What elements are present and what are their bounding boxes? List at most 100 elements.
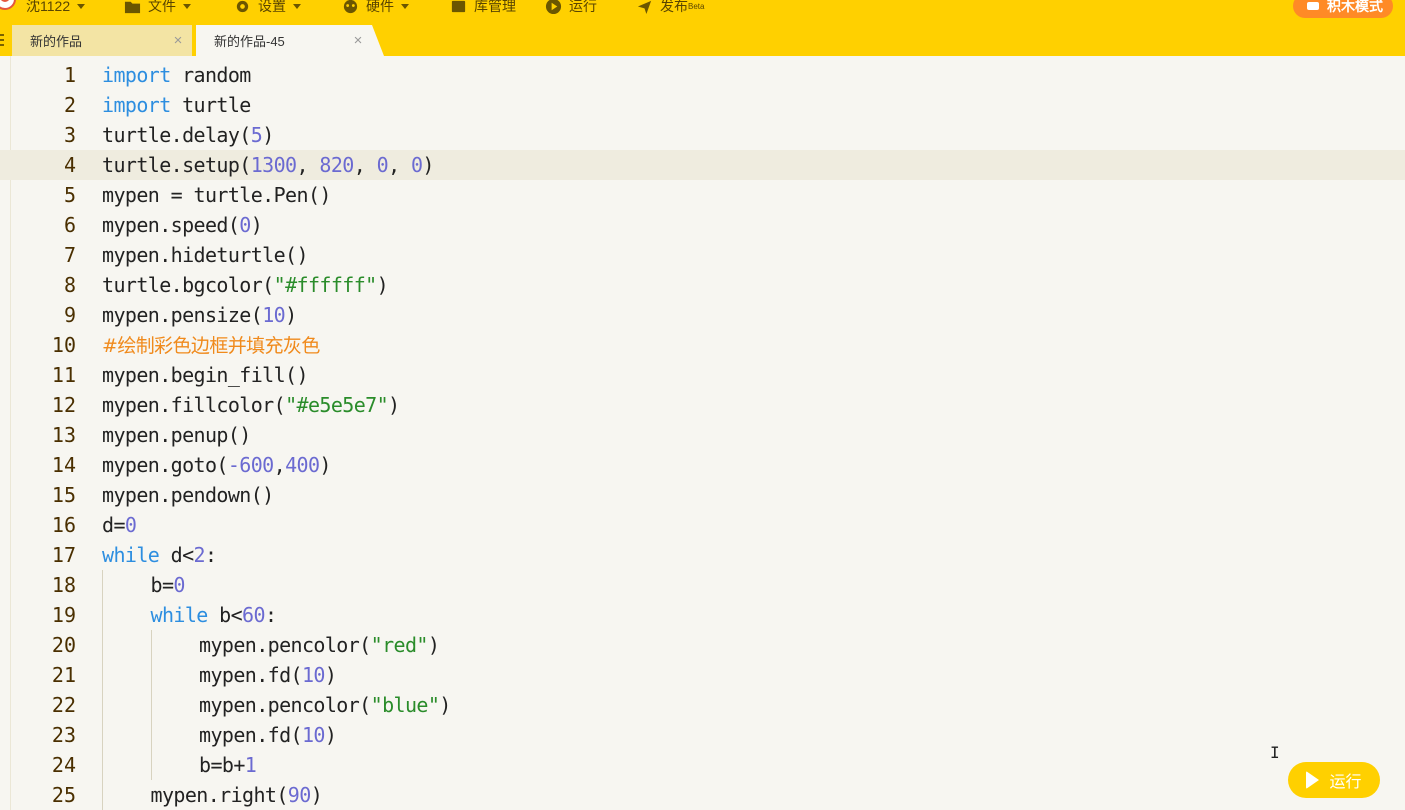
line-number: 14: [51, 453, 76, 477]
run-button-label: 运行: [1329, 774, 1362, 791]
code-text: turtle.setup(1300, 820, 0, 0): [102, 150, 434, 180]
code-token: mypen.penup(): [102, 423, 251, 447]
avatar: [0, 0, 16, 10]
line-number: 2: [63, 93, 76, 117]
close-icon[interactable]: ×: [172, 33, 184, 48]
run-icon: [545, 0, 562, 14]
code-token: mypen.fd(: [199, 723, 303, 747]
code-line[interactable]: 9 mypen.pensize(10): [0, 300, 1405, 330]
code-line[interactable]: 10 #绘制彩色边框并填充灰色: [0, 330, 1405, 360]
code-text: turtle.delay(5): [102, 120, 274, 150]
line-number: 23: [51, 723, 76, 747]
code-line[interactable]: 12 mypen.fillcolor("#e5e5e7"): [0, 390, 1405, 420]
code-text: mypen.speed(0): [102, 210, 263, 240]
code-token: -600: [227, 453, 274, 477]
code-line[interactable]: 2 import turtle: [0, 90, 1405, 120]
code-line[interactable]: 15 mypen.pendown(): [0, 480, 1405, 510]
code-token: ): [250, 213, 263, 237]
close-icon[interactable]: ×: [352, 33, 364, 48]
code-text: mypen.goto(-600,400): [102, 450, 331, 480]
code-line[interactable]: 18 b=0: [0, 570, 1405, 600]
gear-icon: [236, 0, 249, 12]
code-text: import random: [102, 60, 251, 90]
code-text: mypen = turtle.Pen(): [102, 180, 331, 210]
code-token: 400: [285, 453, 320, 477]
code-line[interactable]: 16 d=0: [0, 510, 1405, 540]
code-token: :: [205, 543, 217, 567]
code-text: while b<60:: [151, 600, 278, 630]
code-line[interactable]: 17 while d<2:: [0, 540, 1405, 570]
code-token: mypen.fillcolor(: [102, 393, 286, 417]
code-token: ): [439, 693, 451, 717]
code-token: 0: [173, 573, 185, 597]
user-menu[interactable]: 沈1122: [0, 0, 86, 18]
code-text: #绘制彩色边框并填充灰色: [102, 330, 320, 361]
line-number: 15: [51, 483, 76, 507]
line-number: 13: [51, 423, 76, 447]
publish-menu[interactable]: 发布 Beta: [636, 0, 704, 18]
code-line[interactable]: 21 mypen.fd(10): [0, 660, 1405, 690]
code-text: import turtle: [102, 90, 251, 120]
code-token: 0: [376, 153, 389, 177]
code-line[interactable]: 23 mypen.fd(10): [0, 720, 1405, 750]
code-line[interactable]: 20 mypen.pencolor("red"): [0, 630, 1405, 660]
code-token: 5: [250, 123, 263, 147]
code-token: mypen.pencolor(: [199, 693, 371, 717]
code-line[interactable]: 19 while b<60:: [0, 600, 1405, 630]
code-text: mypen.right(90): [151, 780, 323, 810]
run-menu[interactable]: 运行: [545, 0, 597, 18]
block-mode-label: 积木模式: [1327, 0, 1383, 14]
code-line[interactable]: 6 mypen.speed(0): [0, 210, 1405, 240]
code-token: b<: [207, 603, 243, 627]
code-line[interactable]: 24 b=b+1: [0, 750, 1405, 780]
block-mode-button[interactable]: 积木模式: [1293, 0, 1393, 18]
code-line[interactable]: 4 turtle.setup(1300, 820, 0, 0): [0, 150, 1405, 180]
code-text: mypen.pensize(10): [102, 300, 297, 330]
code-line[interactable]: 5 mypen = turtle.Pen(): [0, 180, 1405, 210]
drag-handle-icon[interactable]: [0, 34, 4, 46]
line-number: 5: [63, 183, 76, 207]
code-token: 1: [244, 753, 257, 777]
code-line[interactable]: 22 mypen.pencolor("blue"): [0, 690, 1405, 720]
code-line[interactable]: 8 turtle.bgcolor("#ffffff"): [0, 270, 1405, 300]
code-token: "red": [370, 633, 429, 657]
library-menu-label: 库管理: [474, 0, 516, 14]
text-cursor-icon: I: [1270, 743, 1280, 762]
code-line[interactable]: 1 import random: [0, 60, 1405, 90]
code-text: mypen.fd(10): [199, 660, 337, 690]
code-line[interactable]: 11 mypen.begin_fill(): [0, 360, 1405, 390]
code-editor[interactable]: 1 import random 2 import turtle 3 turtle.dela…: [0, 56, 1405, 810]
settings-menu[interactable]: 设置: [234, 0, 301, 18]
line-number: 19: [51, 603, 76, 627]
code-token: turtle.delay(: [102, 123, 251, 147]
code-text: turtle.bgcolor("#ffffff"): [102, 270, 389, 300]
code-token: mypen.hideturtle(): [102, 243, 309, 267]
code-text: while d<2:: [102, 540, 217, 570]
code-token: ): [427, 633, 440, 657]
chevron-down-icon: [77, 3, 86, 9]
code-text: mypen.hideturtle(): [102, 240, 309, 270]
code-line[interactable]: 3 turtle.delay(5): [0, 120, 1405, 150]
tab-new-work-45[interactable]: 新的作品-45 ×: [196, 25, 384, 56]
code-token: 60: [242, 603, 265, 627]
line-number: 21: [51, 663, 76, 687]
code-line[interactable]: 7 mypen.hideturtle(): [0, 240, 1405, 270]
code-line[interactable]: 13 mypen.penup(): [0, 420, 1405, 450]
library-icon: [451, 0, 466, 12]
settings-menu-label: 设置: [258, 0, 286, 14]
code-line[interactable]: 14 mypen.goto(-600,400): [0, 450, 1405, 480]
code-token: 0: [124, 513, 137, 537]
run-button[interactable]: 运行: [1288, 762, 1380, 798]
chevron-down-icon: [401, 3, 409, 9]
code-token: 1300: [250, 153, 297, 177]
library-menu[interactable]: 库管理: [450, 0, 516, 18]
file-menu[interactable]: 文件: [124, 0, 191, 18]
tab-new-work[interactable]: 新的作品 ×: [12, 25, 192, 56]
hardware-menu[interactable]: 硬件: [342, 0, 409, 18]
code-token: ,: [388, 153, 411, 177]
code-token: 820: [319, 153, 354, 177]
code-line[interactable]: 25 mypen.right(90): [0, 780, 1405, 810]
code-text: b=b+1: [199, 750, 257, 780]
code-token: 10: [301, 723, 325, 747]
code-token: 10: [301, 663, 325, 687]
